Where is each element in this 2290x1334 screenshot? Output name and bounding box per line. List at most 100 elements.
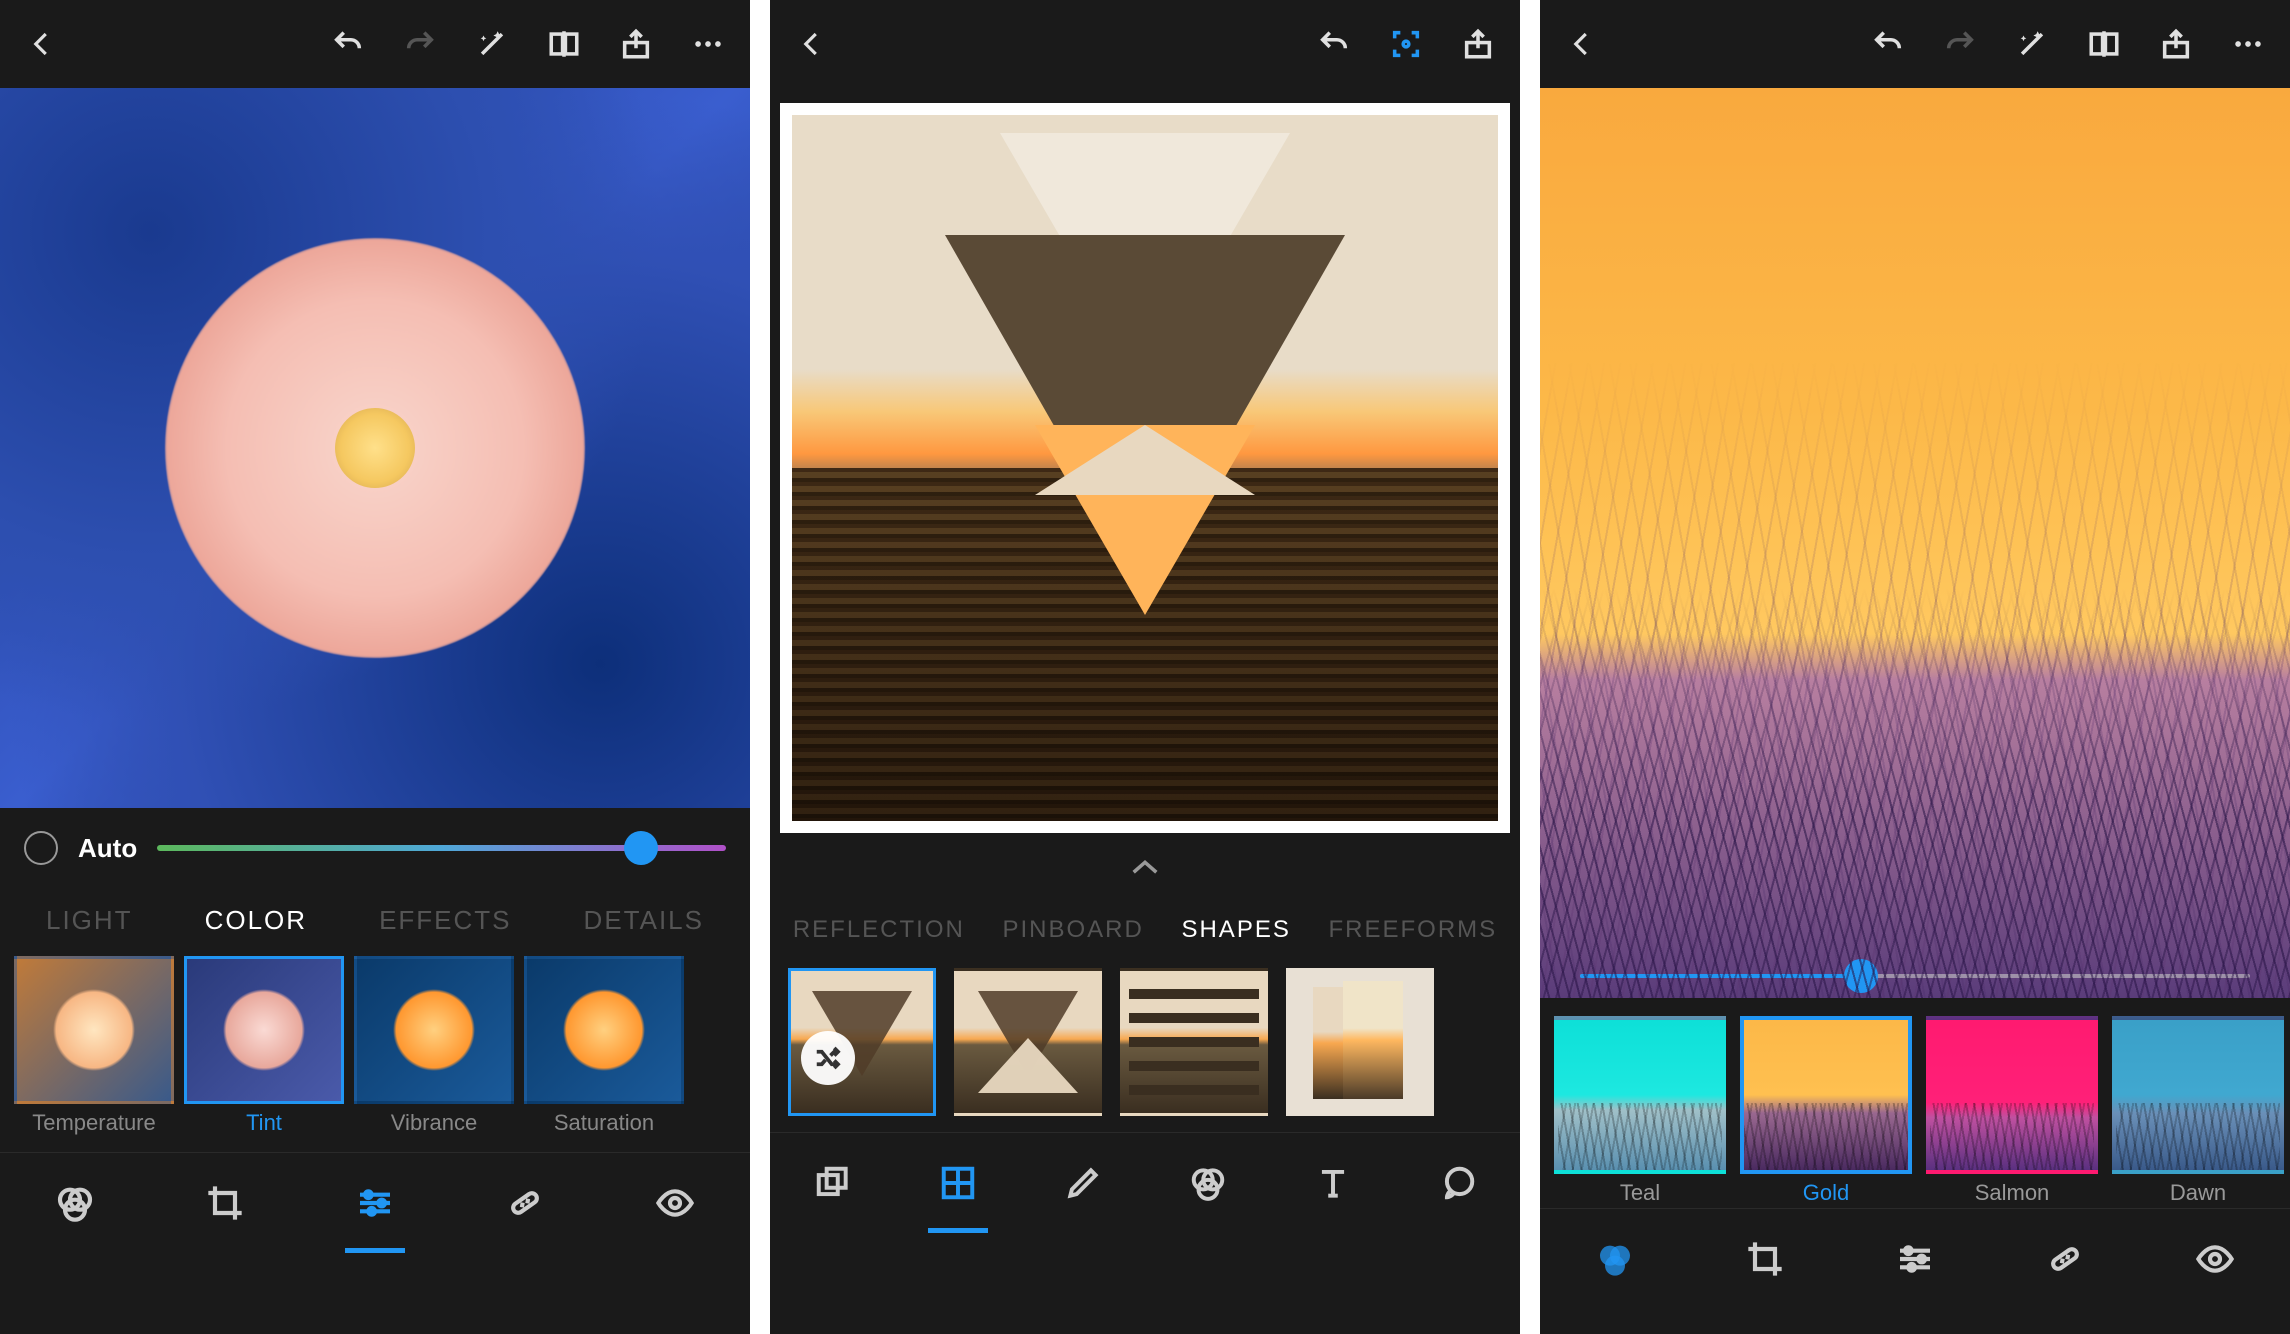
shape-thumbnails (770, 962, 1520, 1132)
redo-icon[interactable] (1938, 22, 1982, 66)
tab-light[interactable]: LIGHT (46, 905, 133, 936)
more-icon[interactable] (686, 22, 730, 66)
top-toolbar (1540, 0, 2290, 88)
bottom-toolbar (770, 1132, 1520, 1232)
shape-thumb-4[interactable] (1286, 968, 1434, 1116)
tool-redeye-icon[interactable] (645, 1173, 705, 1233)
redo-icon[interactable] (398, 22, 442, 66)
tab-details[interactable]: DETAILS (584, 905, 704, 936)
adjustment-tabs: LIGHT COLOR EFFECTS DETAILS (0, 888, 750, 952)
image-canvas[interactable] (0, 88, 750, 808)
compare-icon[interactable] (2082, 22, 2126, 66)
image-canvas[interactable] (770, 88, 1520, 838)
share-icon[interactable] (614, 22, 658, 66)
expand-panel[interactable] (770, 838, 1520, 898)
canvas-frame (780, 103, 1510, 833)
thumb-preview (1286, 968, 1434, 1116)
tool-text-icon[interactable] (1303, 1153, 1363, 1213)
undo-icon[interactable] (1312, 22, 1356, 66)
screen-color-adjust: Auto LIGHT COLOR EFFECTS DETAILS Tempera… (0, 0, 750, 1334)
thumb-label: Temperature (32, 1110, 156, 1136)
share-icon[interactable] (2154, 22, 2198, 66)
filter-label: Salmon (1926, 1180, 2098, 1206)
tool-cutout-icon[interactable] (1428, 1153, 1488, 1213)
back-icon[interactable] (790, 22, 834, 66)
tab-color[interactable]: COLOR (205, 905, 307, 936)
filter-intensity-slider[interactable] (1540, 974, 2290, 978)
tool-adjust-icon[interactable] (345, 1173, 405, 1233)
thumb-label: Vibrance (391, 1110, 477, 1136)
tool-layout-icon[interactable] (928, 1153, 988, 1213)
filter-preview (2112, 1016, 2284, 1174)
tab-effects[interactable]: EFFECTS (379, 905, 511, 936)
edited-image (1540, 88, 2290, 998)
tool-heal-icon[interactable] (2035, 1229, 2095, 1289)
tool-crop-icon[interactable] (1735, 1229, 1795, 1289)
filter-label: Gold (1740, 1180, 1912, 1206)
fullscreen-icon[interactable] (1384, 22, 1428, 66)
slider-thumb[interactable] (1844, 959, 1878, 993)
screen-mix-shapes: REFLECTION PINBOARD SHAPES FREEFORMS (770, 0, 1520, 1334)
tab-freeforms[interactable]: FREEFORMS (1328, 916, 1497, 944)
filter-item-dawn[interactable]: Dawn (2112, 1016, 2284, 1200)
auto-toggle[interactable] (24, 831, 58, 865)
thumb-item-tint[interactable]: Tint (184, 956, 344, 1136)
filter-preview (1554, 1016, 1726, 1174)
thumb-preview (354, 956, 514, 1104)
tool-heal-icon[interactable] (495, 1173, 555, 1233)
bottom-toolbar (1540, 1208, 2290, 1308)
more-icon[interactable] (2226, 22, 2270, 66)
bottom-toolbar (0, 1152, 750, 1252)
tool-adjust-icon[interactable] (1885, 1229, 1945, 1289)
undo-icon[interactable] (326, 22, 370, 66)
tab-reflection[interactable]: REFLECTION (793, 916, 965, 944)
magic-wand-icon[interactable] (2010, 22, 2054, 66)
top-toolbar (770, 0, 1520, 88)
magic-wand-icon[interactable] (470, 22, 514, 66)
auto-label: Auto (78, 833, 137, 864)
filter-item-teal[interactable]: Teal (1554, 1016, 1726, 1200)
edited-image (792, 115, 1498, 821)
thumb-label: Saturation (554, 1110, 654, 1136)
thumb-preview (184, 956, 344, 1104)
tool-edit-icon[interactable] (1053, 1153, 1113, 1213)
thumb-preview (788, 968, 936, 1116)
back-icon[interactable] (1560, 22, 1604, 66)
undo-icon[interactable] (1866, 22, 1910, 66)
thumb-item-temperature[interactable]: Temperature (14, 956, 174, 1136)
thumb-label: Tint (246, 1110, 282, 1136)
tool-filters-icon[interactable] (1178, 1153, 1238, 1213)
share-icon[interactable] (1456, 22, 1500, 66)
filter-preview (1740, 1016, 1912, 1174)
shuffle-icon[interactable] (801, 1031, 855, 1085)
thumb-item-vibrance[interactable]: Vibrance (354, 956, 514, 1136)
compare-icon[interactable] (542, 22, 586, 66)
image-canvas[interactable] (1540, 88, 2290, 998)
tool-layers-icon[interactable] (803, 1153, 863, 1213)
tab-shapes[interactable]: SHAPES (1181, 916, 1290, 944)
filter-thumbnails: Teal Gold Salmon Dawn (1540, 998, 2290, 1208)
thumb-item-saturation[interactable]: Saturation (524, 956, 684, 1136)
thumb-preview (1120, 968, 1268, 1116)
tool-crop-icon[interactable] (195, 1173, 255, 1233)
top-toolbar (0, 0, 750, 88)
chevron-up-icon (1128, 858, 1162, 878)
filter-item-gold[interactable]: Gold (1740, 1016, 1912, 1200)
tool-filters-icon[interactable] (45, 1173, 105, 1233)
edited-image (0, 88, 750, 808)
filter-item-salmon[interactable]: Salmon (1926, 1016, 2098, 1200)
shape-thumb-2[interactable] (954, 968, 1102, 1116)
shape-thumb-3[interactable] (1120, 968, 1268, 1116)
mix-tabs: REFLECTION PINBOARD SHAPES FREEFORMS (770, 898, 1520, 962)
slider-thumb[interactable] (624, 831, 658, 865)
shape-thumb-1[interactable] (788, 968, 936, 1116)
filter-preview (1926, 1016, 2098, 1174)
tool-filters-icon[interactable] (1585, 1229, 1645, 1289)
back-icon[interactable] (20, 22, 64, 66)
filter-label: Dawn (2112, 1180, 2284, 1206)
tool-redeye-icon[interactable] (2185, 1229, 2245, 1289)
tab-pinboard[interactable]: PINBOARD (1002, 916, 1143, 944)
tint-slider[interactable] (157, 845, 726, 851)
adjustment-thumbnails: Temperature Tint Vibrance Saturation (0, 952, 750, 1152)
screen-color-filter: Teal Gold Salmon Dawn (1540, 0, 2290, 1334)
